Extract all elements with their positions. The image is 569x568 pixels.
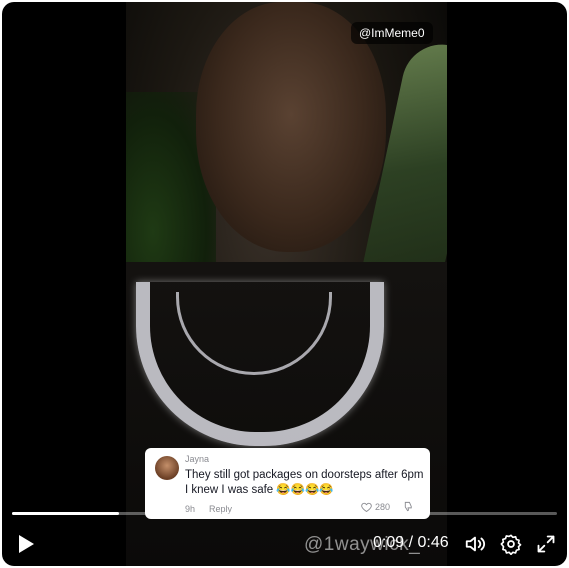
gear-icon	[500, 534, 522, 556]
heart-icon	[361, 502, 372, 512]
progress-bar[interactable]	[12, 512, 557, 515]
comment-username: Jayna	[185, 454, 210, 464]
comment-like-count: 280	[375, 502, 391, 512]
comment-like: 280	[361, 502, 390, 512]
progress-fill	[12, 512, 119, 515]
comment-card: Jayna They still got packages on doorste…	[145, 448, 430, 519]
video-player[interactable]: @ImMeme0 Jayna They still got packages o…	[2, 2, 567, 566]
fullscreen-button[interactable]	[536, 534, 556, 554]
comment-text: They still got packages on doorsteps aft…	[185, 469, 424, 496]
volume-icon	[465, 536, 486, 552]
time-display: 0:09 / 0:46	[373, 534, 449, 551]
settings-button[interactable]	[500, 533, 522, 556]
fullscreen-icon	[537, 535, 555, 553]
creator-handle: @ImMeme0	[351, 22, 433, 44]
avatar	[155, 456, 179, 480]
volume-button[interactable]	[464, 533, 486, 555]
play-button[interactable]	[16, 533, 36, 555]
play-icon	[19, 535, 34, 553]
